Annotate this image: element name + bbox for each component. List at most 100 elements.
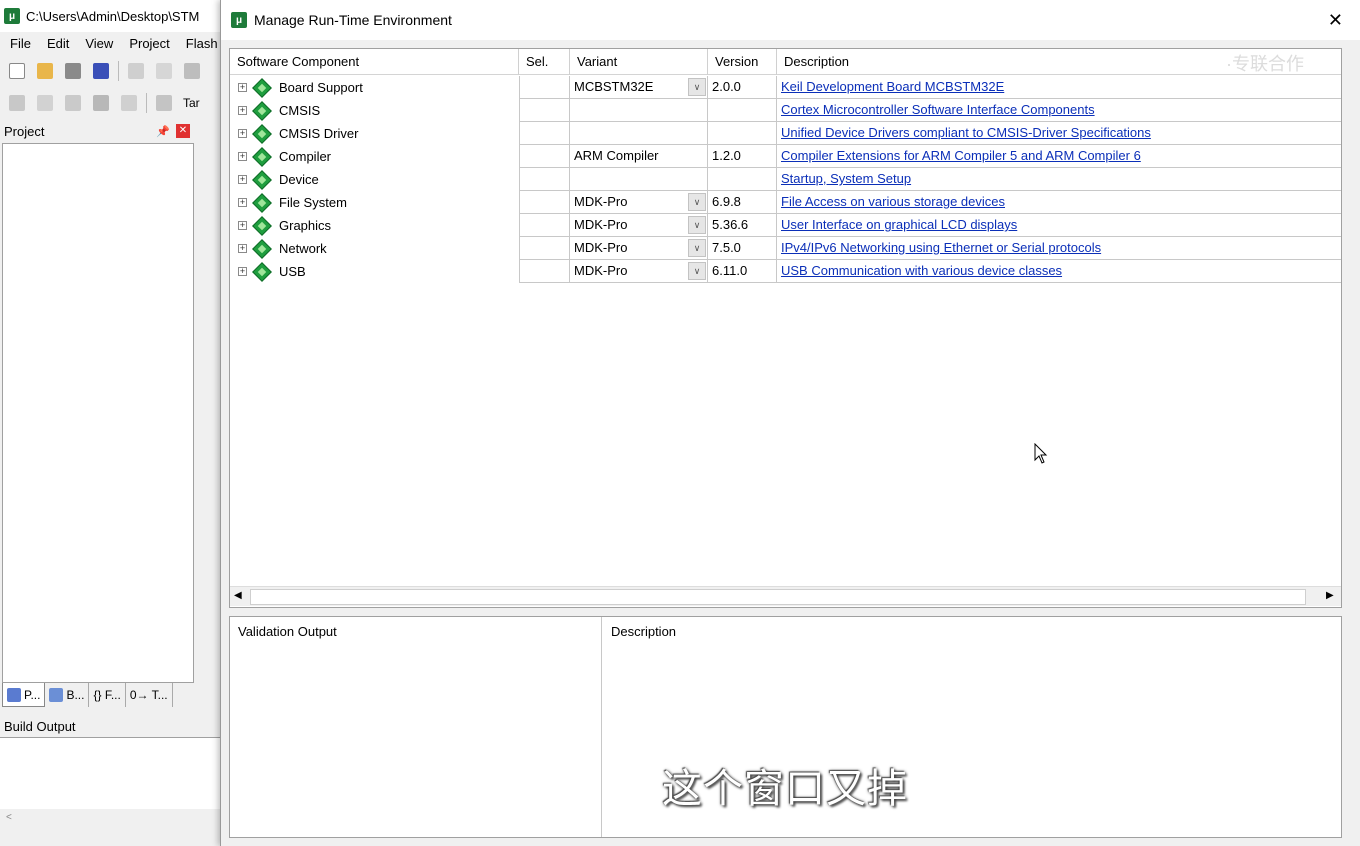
- table-row[interactable]: + CMSIS Driver Unified Device Drivers comp…: [230, 122, 1341, 145]
- column-header-variant[interactable]: Variant: [570, 49, 708, 75]
- scrollbar-thumb[interactable]: [250, 589, 1306, 605]
- batch-build-icon[interactable]: [90, 92, 112, 114]
- table-row[interactable]: + Network MDK-Pro ∨ 7.5.0 IPv4/IPv6 Networkin…: [230, 237, 1341, 260]
- column-header-component[interactable]: Software Component: [230, 49, 519, 75]
- variant-cell[interactable]: MDK-Pro ∨: [570, 260, 708, 283]
- component-name: Board Support: [279, 79, 363, 95]
- component-cell: + Network: [230, 237, 519, 260]
- description-link[interactable]: Compiler Extensions for ARM Compiler 5 a…: [781, 148, 1141, 163]
- open-folder-icon[interactable]: [34, 60, 56, 82]
- table-row[interactable]: + CMSIS Cortex Microcontroller Software In…: [230, 99, 1341, 122]
- close-icon[interactable]: ✕: [1328, 10, 1343, 30]
- table-row[interactable]: + File System MDK-Pro ∨ 6.9.8 File Access on …: [230, 191, 1341, 214]
- variant-value: MDK-Pro: [574, 194, 628, 209]
- menu-flash[interactable]: Flash: [178, 36, 226, 51]
- select-cell[interactable]: [519, 168, 570, 191]
- expand-icon[interactable]: +: [238, 221, 247, 230]
- table-row[interactable]: + Graphics MDK-Pro ∨ 5.36.6 User Interface on…: [230, 214, 1341, 237]
- table-row[interactable]: + USB MDK-Pro ∨ 6.11.0 USB Communication with…: [230, 260, 1341, 283]
- expand-icon[interactable]: +: [238, 198, 247, 207]
- tab-templates[interactable]: 0→ T...: [125, 683, 173, 707]
- component-name: Device: [279, 171, 319, 187]
- component-gem-icon: [252, 146, 272, 167]
- menu-view[interactable]: View: [77, 36, 121, 51]
- table-row[interactable]: + Compiler ARM Compiler 1.2.0 Compiler Exten…: [230, 145, 1341, 168]
- new-file-icon[interactable]: [6, 60, 28, 82]
- description-link[interactable]: Startup, System Setup: [781, 171, 911, 186]
- pin-icon[interactable]: 📌: [156, 125, 170, 138]
- variant-cell[interactable]: MDK-Pro ∨: [570, 191, 708, 214]
- close-panel-icon[interactable]: ✕: [176, 124, 190, 138]
- expand-icon[interactable]: +: [238, 129, 247, 138]
- paste-icon[interactable]: [181, 60, 203, 82]
- menu-file[interactable]: File: [2, 36, 39, 51]
- description-link[interactable]: Cortex Microcontroller Software Interfac…: [781, 102, 1095, 117]
- variant-cell[interactable]: MCBSTM32E ∨: [570, 76, 708, 99]
- expand-icon[interactable]: +: [238, 267, 247, 276]
- stop-build-icon[interactable]: [118, 92, 140, 114]
- scroll-left-icon[interactable]: ◀: [234, 590, 242, 601]
- description-link[interactable]: Unified Device Drivers compliant to CMSI…: [781, 125, 1151, 140]
- video-watermark: ·专联合作: [1226, 54, 1304, 74]
- expand-icon[interactable]: +: [238, 175, 247, 184]
- expand-icon[interactable]: +: [238, 106, 247, 115]
- description-link[interactable]: USB Communication with various device cl…: [781, 263, 1062, 278]
- grid-header: Software Component Sel. Variant Version …: [230, 49, 1341, 75]
- books-tab-icon: [49, 688, 64, 702]
- select-cell[interactable]: [519, 191, 570, 214]
- expand-icon[interactable]: +: [238, 152, 247, 161]
- version-cell: [708, 122, 777, 145]
- expand-icon[interactable]: +: [238, 83, 247, 92]
- select-cell[interactable]: [519, 99, 570, 122]
- select-cell[interactable]: [519, 260, 570, 283]
- rebuild-icon[interactable]: [62, 92, 84, 114]
- expand-icon[interactable]: +: [238, 244, 247, 253]
- select-cell[interactable]: [519, 145, 570, 168]
- dialog-title-bar: μ Manage Run-Time Environment ✕: [221, 0, 1360, 40]
- tab-books[interactable]: B...: [45, 683, 90, 707]
- build-icon[interactable]: [34, 92, 56, 114]
- description-link[interactable]: File Access on various storage devices: [781, 194, 1005, 209]
- variant-cell: [570, 122, 708, 145]
- select-cell[interactable]: [519, 214, 570, 237]
- description-link[interactable]: IPv4/IPv6 Networking using Ethernet or S…: [781, 240, 1101, 255]
- translate-icon[interactable]: [6, 92, 28, 114]
- column-header-sel[interactable]: Sel.: [519, 49, 570, 75]
- description-link[interactable]: User Interface on graphical LCD displays: [781, 217, 1017, 232]
- scroll-right-icon[interactable]: ▶: [1326, 590, 1334, 601]
- keil-app-icon: μ: [4, 8, 20, 24]
- variant-cell: [570, 168, 708, 191]
- table-row[interactable]: + Board Support MCBSTM32E ∨ 2.0.0 Keil Develo…: [230, 76, 1341, 99]
- description-link[interactable]: Keil Development Board MCBSTM32E: [781, 79, 1004, 94]
- select-cell[interactable]: [519, 122, 570, 145]
- build-output-scrollbar[interactable]: <: [0, 809, 220, 827]
- cut-icon[interactable]: [125, 60, 147, 82]
- chevron-down-icon[interactable]: ∨: [688, 193, 706, 211]
- tab-project[interactable]: P...: [2, 683, 46, 707]
- chevron-down-icon[interactable]: ∨: [688, 239, 706, 257]
- validation-output-header: Validation Output: [238, 624, 337, 639]
- chevron-down-icon[interactable]: ∨: [688, 262, 706, 280]
- save-all-icon[interactable]: [90, 60, 112, 82]
- menu-project[interactable]: Project: [121, 36, 177, 51]
- project-panel-tabs: P... B... {} F... 0→ T...: [2, 683, 173, 707]
- menu-edit[interactable]: Edit: [39, 36, 77, 51]
- select-cell[interactable]: [519, 76, 570, 99]
- variant-cell[interactable]: MDK-Pro ∨: [570, 214, 708, 237]
- target-select[interactable]: Tar: [183, 96, 200, 110]
- tab-functions[interactable]: {} F...: [89, 683, 126, 707]
- variant-cell[interactable]: MDK-Pro ∨: [570, 237, 708, 260]
- column-header-version[interactable]: Version: [708, 49, 777, 75]
- chevron-down-icon[interactable]: ∨: [688, 216, 706, 234]
- table-row[interactable]: + Device Startup, System Setup: [230, 168, 1341, 191]
- chevron-down-icon[interactable]: ∨: [688, 78, 706, 96]
- version-cell: 7.5.0: [708, 237, 777, 260]
- component-cell: + Compiler: [230, 145, 519, 168]
- select-cell[interactable]: [519, 237, 570, 260]
- ide-title-path: C:\Users\Admin\Desktop\STM: [26, 8, 200, 24]
- load-icon[interactable]: [153, 92, 175, 114]
- save-icon[interactable]: [62, 60, 84, 82]
- horizontal-scrollbar[interactable]: ◀ ▶: [230, 586, 1341, 606]
- copy-icon[interactable]: [153, 60, 175, 82]
- description-cell: Unified Device Drivers compliant to CMSI…: [777, 122, 1341, 145]
